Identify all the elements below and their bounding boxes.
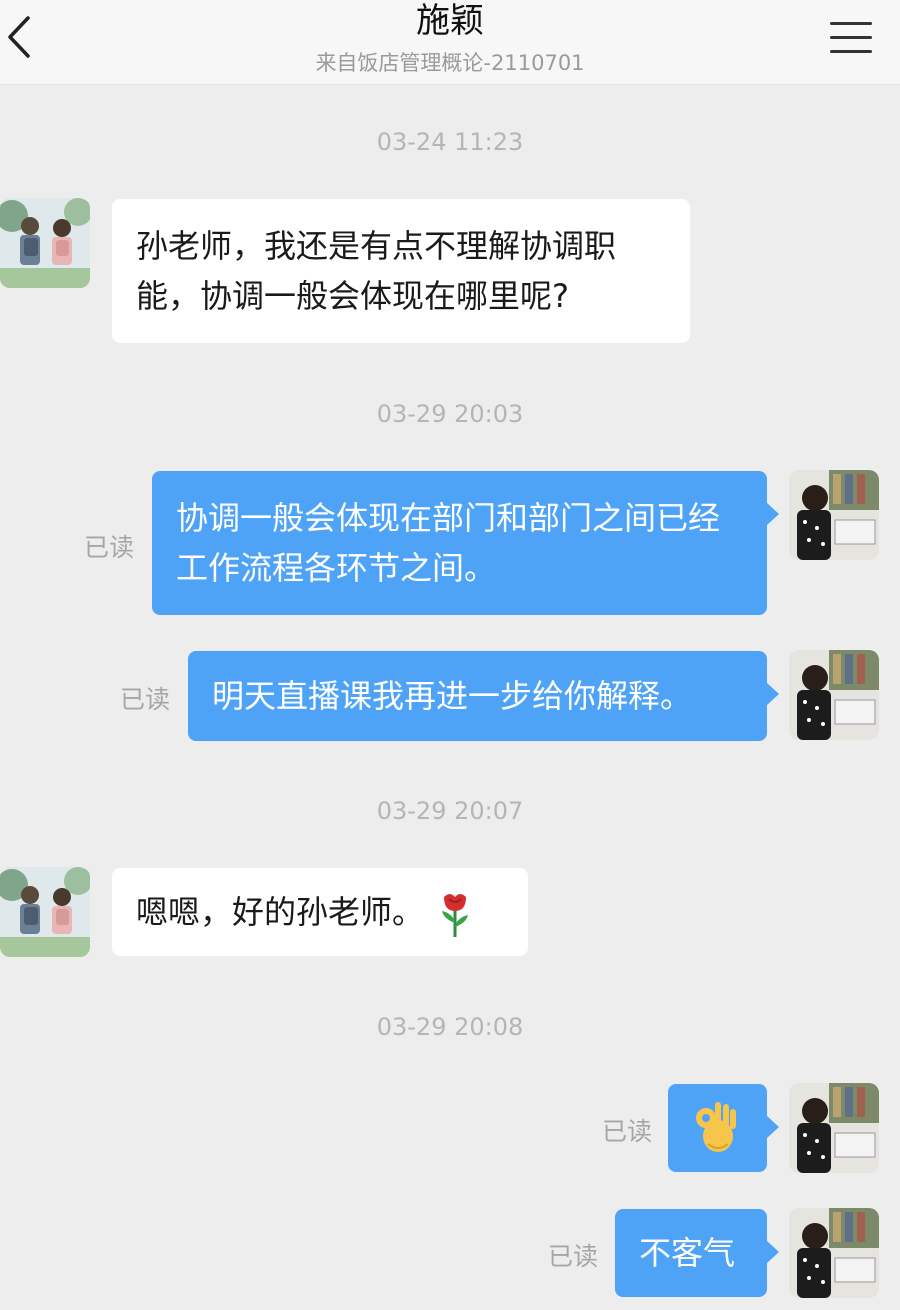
outgoing-message[interactable]: 协调一般会体现在部门和部门之间已经工作流程各环节之间。: [152, 471, 779, 615]
read-status: 已读: [601, 1117, 652, 1146]
timestamp: 03-29 20:03: [376, 400, 524, 428]
read-status: 已读: [547, 1242, 598, 1271]
ok-hand-emoji: [696, 1102, 736, 1152]
message-text: 协调一般会体现在部门和部门之间已经工作流程各环节之间。: [176, 499, 721, 587]
teacher-avatar[interactable]: [789, 1083, 879, 1173]
teacher-avatar[interactable]: [789, 1208, 879, 1298]
outgoing-message[interactable]: [668, 1084, 779, 1172]
message-text: 不客气: [639, 1234, 736, 1272]
read-status: 已读: [119, 685, 170, 714]
student-avatar[interactable]: [0, 198, 90, 288]
incoming-message[interactable]: 嗯嗯，好的孙老师。: [112, 868, 528, 956]
message-text: 明天直播课我再进一步给你解释。: [212, 677, 693, 715]
timestamp: 03-24 11:23: [376, 128, 524, 156]
message-text: 孙老师，我还是有点不理解协调职能，协调一般会体现在哪里呢?: [136, 227, 617, 315]
outgoing-message[interactable]: 不客气: [615, 1209, 779, 1297]
chat-header: 施颖 来自饭店管理概论-2110701: [0, 0, 900, 85]
incoming-message[interactable]: 孙老师，我还是有点不理解协调职能，协调一般会体现在哪里呢?: [112, 199, 690, 343]
message-text: 嗯嗯，好的孙老师。: [136, 893, 425, 931]
outgoing-message[interactable]: 明天直播课我再进一步给你解释。: [188, 651, 779, 741]
timestamp: 03-29 20:08: [376, 1013, 524, 1041]
course-source: 来自饭店管理概论-2110701: [315, 51, 585, 75]
teacher-avatar[interactable]: [789, 650, 879, 740]
read-status: 已读: [83, 533, 134, 562]
contact-name: 施颖: [416, 1, 484, 41]
teacher-avatar[interactable]: [789, 470, 879, 560]
hamburger-menu-icon[interactable]: [830, 20, 872, 54]
student-avatar[interactable]: [0, 867, 90, 957]
rose-emoji: [442, 894, 469, 937]
timestamp: 03-29 20:07: [376, 797, 524, 825]
